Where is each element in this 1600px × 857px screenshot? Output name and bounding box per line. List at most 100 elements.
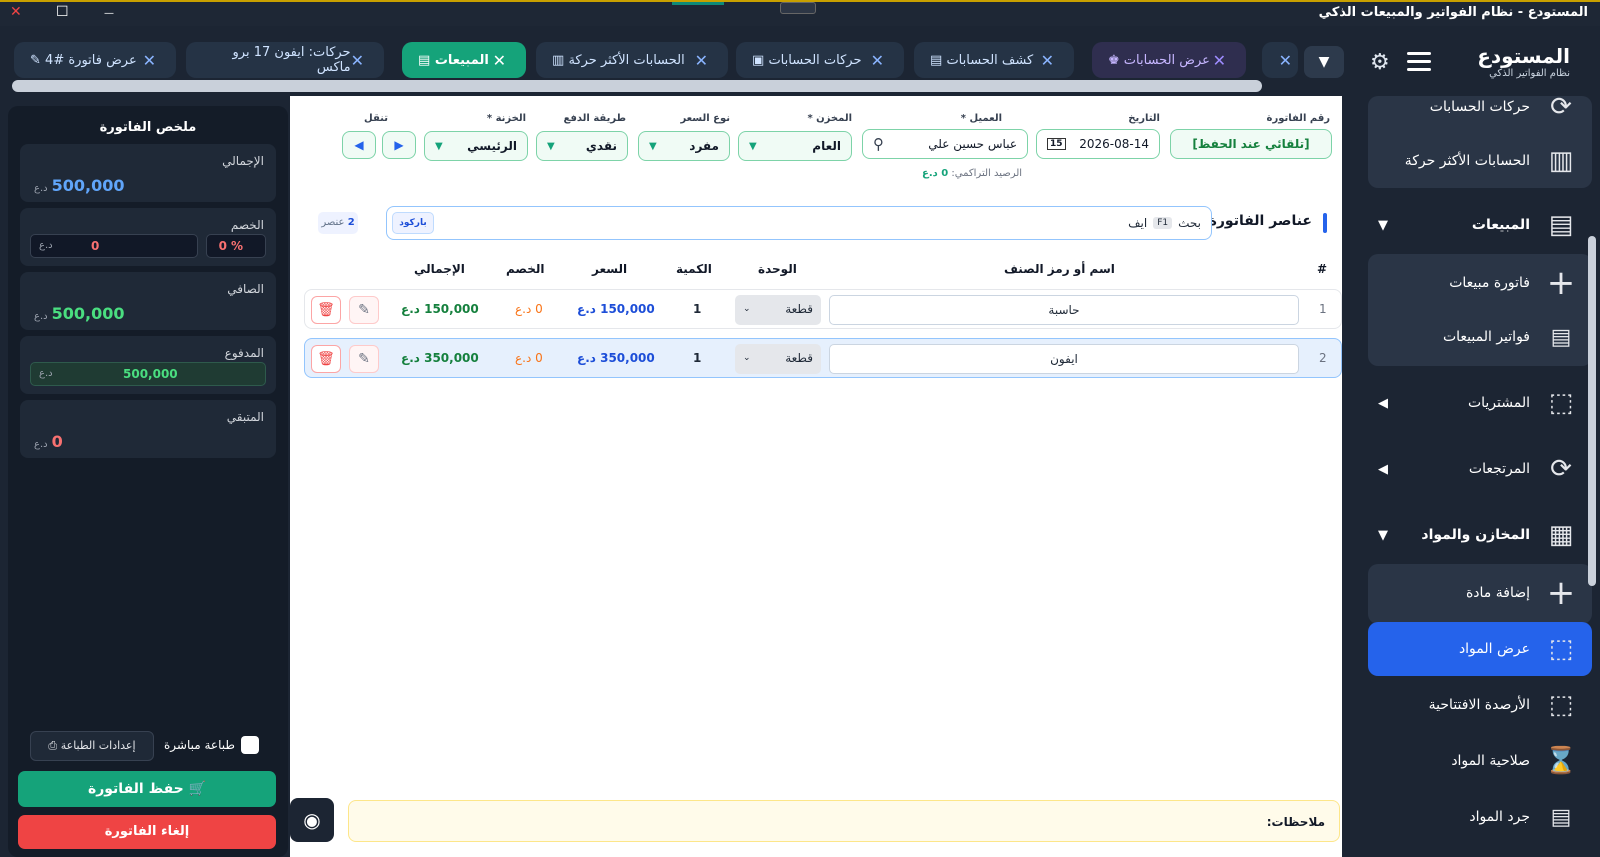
unit-value: قطعة xyxy=(785,302,813,316)
quantity-value[interactable]: 1 xyxy=(693,302,701,316)
sidebar-scrollbar[interactable] xyxy=(1588,236,1596,586)
sidebar-item-sales-invoice[interactable]: + فاتورة مبيعات xyxy=(1368,256,1592,310)
edit-item-icon[interactable]: ✎ xyxy=(349,345,379,373)
treasury-select[interactable]: الرئيسي ▼ xyxy=(424,131,528,161)
sidebar-item-label: الحسابات الأكثر حركة xyxy=(1404,153,1530,169)
currency: د.ع xyxy=(39,368,53,379)
item-name-input[interactable]: حاسبة xyxy=(829,295,1299,325)
price-value[interactable]: 150,000 د.ع xyxy=(577,302,655,316)
cancel-invoice-button[interactable]: إلغاء الفاتورة xyxy=(18,815,276,849)
sidebar-item-account-movements[interactable]: ⟳ حركات الحسابات xyxy=(1368,80,1592,134)
print-settings-button[interactable]: إعدادات الطباعة ⎙ xyxy=(30,731,154,761)
clipboard-icon: ▤ xyxy=(1550,324,1572,350)
checkbox[interactable] xyxy=(240,736,259,754)
sidebar-item-most-active-accounts[interactable]: ▥ الحسابات الأكثر حركة xyxy=(1368,134,1592,188)
items-count-badge: 2 عنصر xyxy=(318,212,358,234)
quantity-value[interactable]: 1 xyxy=(693,351,701,365)
tab-movements-iphone[interactable]: ✕ حركات: ايفون 17 برو ماكس xyxy=(186,42,384,78)
invoice-number-field[interactable]: [تلقائي عند الحفظ] xyxy=(1170,129,1332,159)
next-invoice-button[interactable]: ▶ xyxy=(382,131,416,159)
chart-icon: ▥ xyxy=(552,52,565,68)
tab-account-movements[interactable]: ✕ حركات الحسابات ▣ xyxy=(736,42,904,78)
dropdown-arrow-icon: ▼ xyxy=(435,140,443,152)
discount-value[interactable]: 0 د.ع xyxy=(515,302,543,316)
search-icon[interactable]: ⚲ xyxy=(873,135,884,153)
sidebar-item-view-materials[interactable]: ⬚ عرض المواد xyxy=(1368,622,1592,676)
sidebar-item-warehouses[interactable]: ▦ المخازن والمواد ▼ xyxy=(1368,508,1592,562)
discount-amount-input[interactable]: 0 د.ع xyxy=(30,234,198,258)
tabs-dropdown-button[interactable]: ▼ xyxy=(1304,46,1344,78)
discount-percent-input[interactable]: % 0 xyxy=(206,234,266,258)
sidebar-item-opening-balances[interactable]: ⬚ الأرصدة الافتتاحية xyxy=(1368,678,1592,732)
tab-invoice-4[interactable]: ✕ عرض فاتورة #4 ✎ xyxy=(14,42,176,78)
notes-field[interactable]: ملاحظات: xyxy=(348,800,1340,842)
paid-value: 500,000 xyxy=(123,367,178,381)
tab-view-accounts[interactable]: ✕ عرض الحسابات ♚ xyxy=(1092,42,1246,78)
close-tab-icon[interactable]: ✕ xyxy=(493,51,506,70)
close-tab-icon[interactable]: ✕ xyxy=(1213,51,1226,70)
price-value[interactable]: 350,000 د.ع xyxy=(577,351,655,365)
summary-title: ملخص الفاتورة xyxy=(99,120,197,135)
sidebar-item-purchases[interactable]: ⬚ المشتريات ◀ xyxy=(1368,376,1592,430)
sidebar-item-add-material[interactable]: + إضافة مادة xyxy=(1368,566,1592,620)
paid-amount-input[interactable]: 500,000 د.ع xyxy=(30,362,266,386)
date-field[interactable]: 2026-08-14 15 xyxy=(1036,129,1160,159)
unit-select[interactable]: قطعة ⌄ xyxy=(735,344,821,374)
tab-account-statement[interactable]: ✕ كشف الحسابات ▤ xyxy=(914,42,1074,78)
table-row[interactable]: 1 حاسبة قطعة ⌄ 1 150,000 د.ع 0 د.ع 150,00… xyxy=(304,289,1342,329)
customer-field[interactable]: عباس حسين علي ⚲ xyxy=(862,129,1028,159)
close-tab-icon[interactable]: ✕ xyxy=(1041,51,1054,70)
discount-value[interactable]: 0 د.ع xyxy=(515,351,543,365)
price-type-select[interactable]: مفرد ▼ xyxy=(638,131,730,161)
hourglass-icon: ⌛ xyxy=(1544,746,1578,776)
previous-invoice-button[interactable]: ◀ xyxy=(342,131,376,159)
discount-percent-value: 0 xyxy=(218,239,227,253)
sidebar-item-sales-invoices[interactable]: ▤ فواتير المبيعات xyxy=(1368,310,1592,364)
close-tab-icon[interactable]: ✕ xyxy=(351,51,364,70)
cart-icon: 🛒 xyxy=(188,781,207,797)
close-tab-icon[interactable]: ✕ xyxy=(695,51,708,70)
maximize-window-icon[interactable]: ☐ xyxy=(56,4,69,20)
eye-icon[interactable]: ◉ xyxy=(290,798,334,842)
tab-most-active-accounts[interactable]: ✕ الحسابات الأكثر حركة ▥ xyxy=(536,42,728,78)
trash-icon[interactable]: 🗑 xyxy=(311,345,341,373)
close-window-icon[interactable]: ✕ xyxy=(10,4,22,20)
drag-handle[interactable] xyxy=(780,2,816,14)
tab-label: عرض الحسابات xyxy=(1123,52,1210,68)
direct-print-checkbox[interactable]: طباعة مباشرة xyxy=(164,736,259,754)
edit-item-icon[interactable]: ✎ xyxy=(349,296,379,324)
users-icon: ♚ xyxy=(1108,52,1120,68)
search-label: بحث xyxy=(1178,216,1201,230)
minimize-window-icon[interactable]: — xyxy=(104,8,114,19)
close-tab-icon[interactable]: ✕ xyxy=(143,51,156,70)
sidebar-item-inventory-count[interactable]: ▤ جرد المواد xyxy=(1368,790,1592,844)
tabs-scrollbar[interactable] xyxy=(12,80,1262,92)
column-header-name: اسم أو رمز الصنف xyxy=(1004,262,1115,276)
item-name-input[interactable]: ايفون xyxy=(829,344,1299,374)
tab-sales[interactable]: ✕ المبيعات ▤ xyxy=(402,42,526,78)
sidebar-item-returns[interactable]: ⟳ المرتجعات ◀ xyxy=(1368,442,1592,496)
sidebar-item-label: الأرصدة الافتتاحية xyxy=(1428,697,1530,713)
dropdown-arrow-icon: ▼ xyxy=(649,140,657,152)
customer-value: عباس حسين علي xyxy=(928,137,1017,151)
table-row[interactable]: 2 ايفون قطعة ⌄ 1 350,000 د.ع 0 د.ع 350,00… xyxy=(304,338,1342,378)
payment-method-select[interactable]: نقدي ▼ xyxy=(536,131,628,161)
trash-icon[interactable]: 🗑 xyxy=(311,296,341,324)
total-value: 150,000 د.ع xyxy=(401,302,479,316)
menu-icon[interactable] xyxy=(1407,52,1431,76)
save-invoice-button[interactable]: حفظ الفاتورة 🛒 xyxy=(18,771,276,807)
unit-select[interactable]: قطعة ⌄ xyxy=(735,295,821,325)
close-tab-icon[interactable]: ✕ xyxy=(1279,51,1292,70)
close-tab-icon[interactable]: ✕ xyxy=(871,51,884,70)
sidebar-item-materials-expiry[interactable]: ⌛ صلاحية المواد xyxy=(1368,734,1592,788)
calendar-icon[interactable]: 15 xyxy=(1047,138,1066,150)
tab-partial[interactable]: ✕ xyxy=(1262,42,1298,78)
percent-sign: % xyxy=(230,239,243,253)
barcode-button[interactable]: باركود xyxy=(392,212,434,234)
sidebar-item-sales[interactable]: ▤ المبيعات ▼ xyxy=(1368,198,1592,252)
sidebar-item-label: المخازن والمواد xyxy=(1421,527,1530,543)
warehouse-select[interactable]: العام ▼ xyxy=(738,131,852,161)
item-search-input[interactable]: بحث F1 ايف xyxy=(386,206,1212,240)
clipboard-icon: ▤ xyxy=(1550,804,1572,830)
gear-icon[interactable]: ⚙ xyxy=(1370,50,1390,75)
